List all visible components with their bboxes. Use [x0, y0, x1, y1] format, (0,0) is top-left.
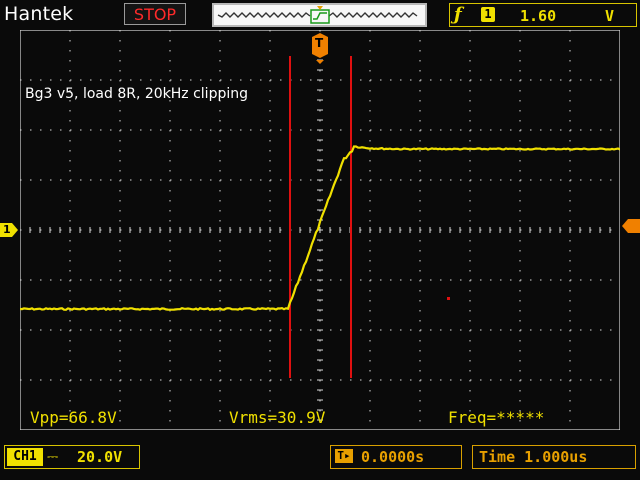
horizontal-position-box[interactable]: T▸ 0.0000s	[330, 445, 462, 469]
rising-edge-icon: ƒ	[454, 4, 462, 25]
screen-annotation: Bg3 v5, load 8R, 20kHz clipping	[25, 86, 248, 102]
ch1-tag: CH1	[7, 448, 43, 466]
ch1-marker-label: 1	[3, 223, 11, 236]
trigger-level-unit: V	[605, 7, 615, 25]
trigger-channel-badge: 1	[481, 7, 495, 22]
ch1-settings[interactable]: CH1 ⎓ 20.0V	[4, 445, 140, 469]
bottom-status-bar: CH1 ⎓ 20.0V T▸ 0.0000s Time 1.000us	[0, 442, 640, 480]
measurement-freq: Freq=*****	[448, 408, 545, 427]
brand-logo: Hantek	[4, 3, 74, 25]
horizontal-position-value: 0.0000s	[361, 448, 425, 466]
top-status-bar: Hantek STOP ƒ 1 1.60 V	[0, 0, 640, 30]
timebase-box[interactable]: Time 1.000us	[472, 445, 636, 469]
waveform-overview-bar	[212, 3, 427, 27]
trigger-marker-label: T	[315, 36, 324, 50]
timebase-value: Time 1.000us	[479, 448, 588, 466]
trigger-level-value: 1.60	[520, 7, 557, 25]
dc-coupling-icon: ⎓	[47, 449, 59, 465]
trigger-position-icon: T▸	[335, 449, 353, 463]
measurement-vpp: Vpp=66.8V	[30, 408, 117, 427]
overview-waveform	[217, 6, 418, 24]
trigger-settings[interactable]: ƒ 1 1.60 V	[449, 3, 637, 27]
volts-per-div: 20.0V	[77, 448, 123, 466]
measurement-vrms: Vrms=30.9V	[229, 408, 326, 427]
trigger-level-marker[interactable]	[622, 219, 640, 233]
stray-pixel	[447, 297, 450, 300]
run-stop-indicator[interactable]: STOP	[124, 3, 186, 25]
